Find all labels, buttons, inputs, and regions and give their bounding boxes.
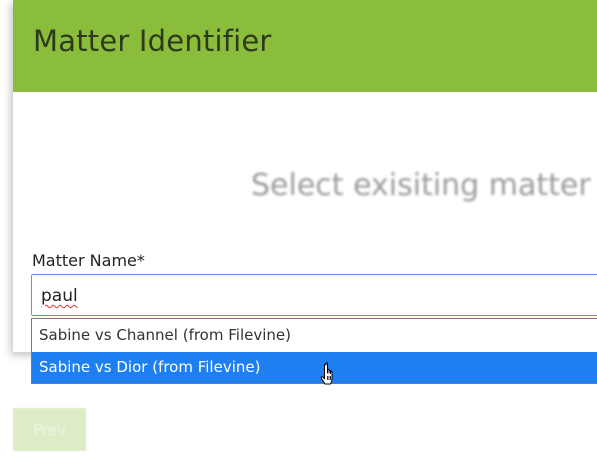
matter-name-input[interactable]: paul	[31, 274, 597, 316]
matter-name-label: Matter Name*	[32, 251, 145, 270]
hand-pointer-cursor-icon	[320, 362, 340, 388]
modal-subtitle: Select exisiting matter o	[251, 168, 597, 203]
matter-suggestions-dropdown[interactable]: Sabine vs Channel (from Filevine) Sabine…	[31, 318, 597, 384]
dropdown-option[interactable]: Sabine vs Channel (from Filevine)	[32, 320, 597, 351]
prev-button[interactable]: Prev	[13, 408, 86, 451]
modal-title: Matter Identifier	[33, 24, 272, 58]
matter-name-input-value: paul	[41, 286, 78, 306]
page: Matter Identifier Select exisiting matte…	[0, 0, 597, 462]
dropdown-option-selected[interactable]: Sabine vs Dior (from Filevine)	[32, 352, 597, 383]
modal-header: Matter Identifier	[13, 0, 597, 92]
